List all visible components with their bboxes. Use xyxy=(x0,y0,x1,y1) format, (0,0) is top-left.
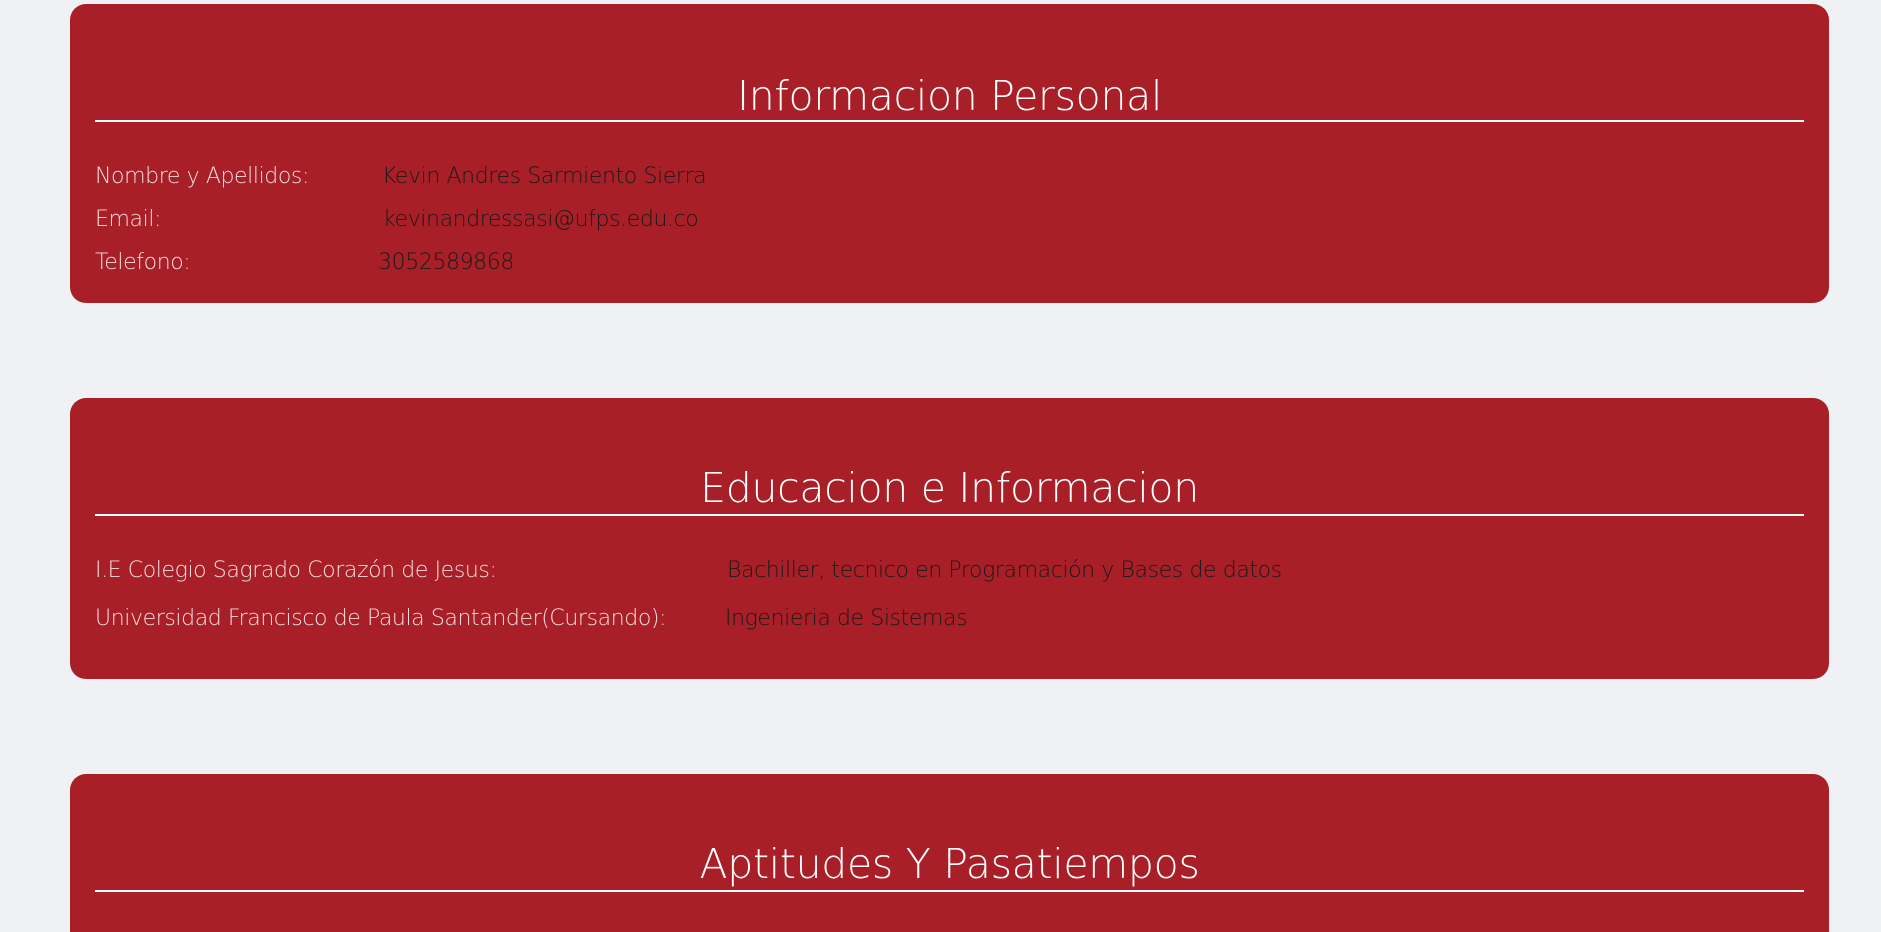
education-row-colegio: I.E Colegio Sagrado Corazón de Jesus: Ba… xyxy=(95,558,1804,588)
colegio-value: Bachiller, tecnico en Programación y Bas… xyxy=(727,558,1282,583)
phone-label: Telefono: xyxy=(95,250,191,275)
personal-info-card: Informacion Personal Nombre y Apellidos:… xyxy=(70,4,1829,303)
page: Informacion Personal Nombre y Apellidos:… xyxy=(0,0,1881,932)
universidad-label: Universidad Francisco de Paula Santander… xyxy=(95,606,667,631)
phone-row: Telefono: 3052589868 xyxy=(95,250,1804,280)
email-row: Email: kevinandressasi@ufps.edu.co xyxy=(95,207,1804,237)
email-label: Email: xyxy=(95,207,162,232)
email-value: kevinandressasi@ufps.edu.co xyxy=(383,207,699,232)
education-row-universidad: Universidad Francisco de Paula Santander… xyxy=(95,606,1804,636)
education-card: Educacion e Informacion I.E Colegio Sagr… xyxy=(70,398,1829,679)
name-value: Kevin Andres Sarmiento Sierra xyxy=(382,164,707,189)
aptitudes-divider xyxy=(95,890,1804,892)
aptitudes-card: Aptitudes Y Pasatiempos xyxy=(70,774,1829,932)
name-label: Nombre y Apellidos: xyxy=(95,164,310,189)
education-title: Educacion e Informacion xyxy=(700,464,1199,512)
colegio-label: I.E Colegio Sagrado Corazón de Jesus: xyxy=(95,558,497,583)
phone-value: 3052589868 xyxy=(378,250,514,275)
aptitudes-title: Aptitudes Y Pasatiempos xyxy=(699,840,1200,888)
universidad-value: Ingenieria de Sistemas xyxy=(725,606,968,631)
education-divider xyxy=(95,514,1804,516)
personal-info-divider xyxy=(95,120,1804,122)
name-row: Nombre y Apellidos: Kevin Andres Sarmien… xyxy=(95,164,1804,194)
personal-info-title: Informacion Personal xyxy=(736,72,1163,120)
